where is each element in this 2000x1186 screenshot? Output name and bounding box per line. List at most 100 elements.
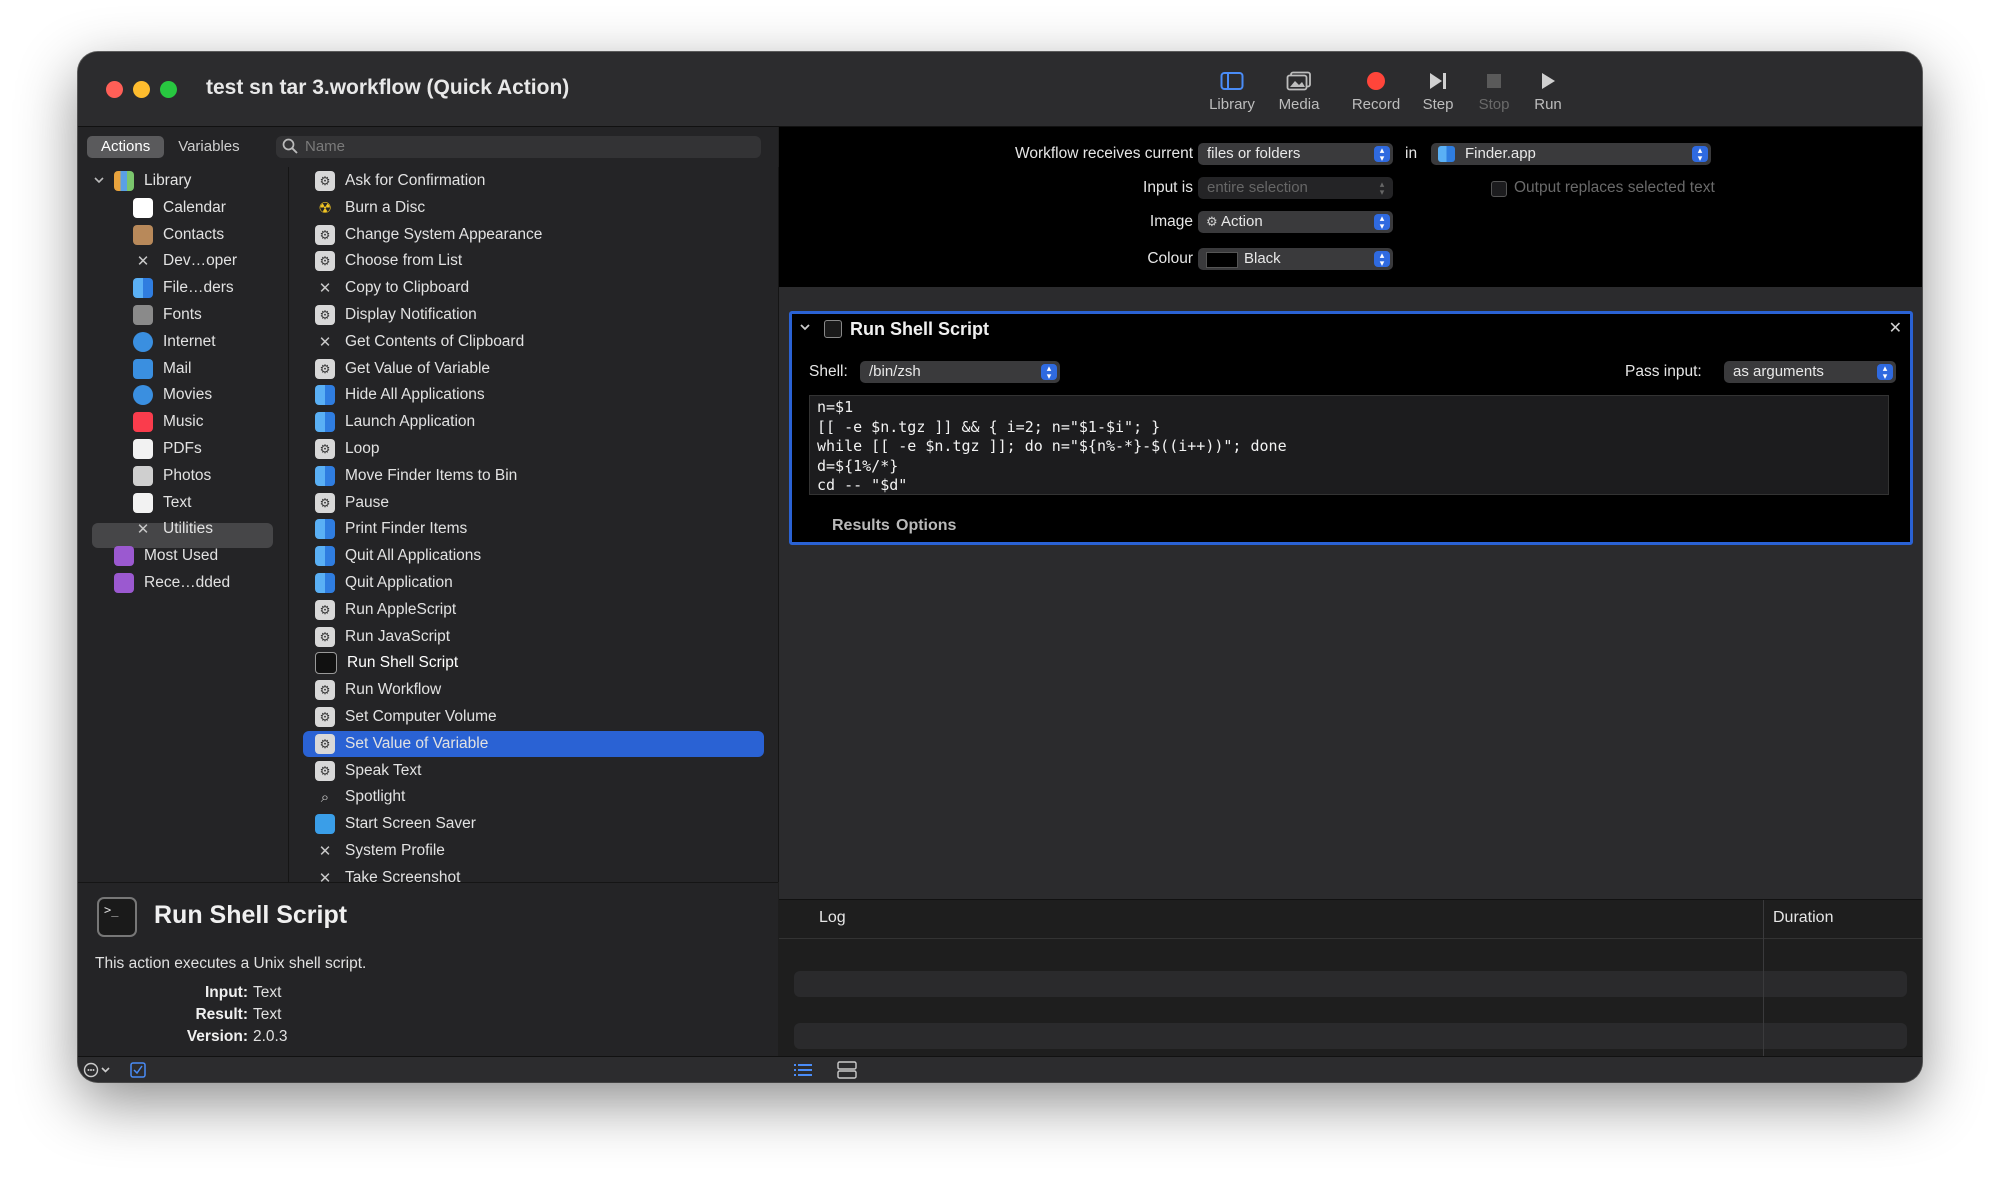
action-title: Run Shell Script (850, 319, 990, 339)
action-item-run-shell-script[interactable]: Run Shell Script (315, 650, 458, 676)
library-item-label: Library (144, 172, 192, 189)
action-item-speak-text[interactable]: ⚙ Speak Text (315, 758, 421, 784)
terminal-icon (824, 320, 842, 338)
library-item-movies[interactable]: Movies (133, 382, 212, 408)
action-item-quit-application[interactable]: Quit Application (315, 570, 453, 596)
action-item-set-computer-volume[interactable]: ⚙ Set Computer Volume (315, 704, 497, 730)
action-item-spotlight[interactable]: ⌕ Spotlight (315, 784, 406, 810)
action-item-loop[interactable]: ⚙ Loop (315, 436, 379, 462)
mail-icon (133, 358, 153, 379)
receives-value: files or folders (1207, 145, 1301, 162)
automator-action-icon: ⚙ (315, 358, 335, 379)
minimize-window-button[interactable] (133, 81, 150, 98)
library-pane: Actions Variables Name Library Calendar Co… (78, 127, 779, 1057)
disclosure-chevron-icon[interactable] (92, 173, 106, 192)
action-item-choose-from-list[interactable]: ⚙ Choose from List (315, 248, 462, 274)
action-item-run-workflow[interactable]: ⚙ Run Workflow (315, 677, 441, 703)
library-item-label: Utilities (163, 520, 213, 538)
close-icon[interactable]: ✕ (1889, 318, 1902, 338)
image-popup[interactable]: ⚙ Action ▴ ▾ (1198, 211, 1393, 233)
duration-column-header[interactable]: Duration (1773, 909, 1833, 927)
globe-icon (133, 331, 153, 352)
tab-options[interactable]: Options (896, 517, 956, 535)
version-meta-label: Version: (186, 1028, 248, 1045)
action-item-set-value-of-variable[interactable]: ⚙ Set Value of Variable (315, 731, 488, 757)
action-item-pause[interactable]: ⚙ Pause (315, 490, 389, 516)
library-toolbar-button[interactable]: Library (1204, 66, 1260, 113)
action-item-run-applescript[interactable]: ⚙ Run AppleScript (315, 597, 456, 623)
collapse-chevron-icon[interactable] (798, 320, 812, 339)
zoom-window-button[interactable] (160, 81, 177, 98)
output-replaces-checkbox[interactable] (1491, 181, 1507, 197)
library-item-music[interactable]: Music (133, 409, 203, 435)
action-item-label: Set Value of Variable (345, 734, 489, 752)
burn-icon: ☢ (318, 199, 332, 217)
library-item-text[interactable]: Text (133, 490, 191, 516)
script-editor[interactable]: n=$1 [[ -e $n.tgz ]] && { i=2; n="$1-$i"… (809, 395, 1889, 495)
library-item-rece-dded[interactable]: Rece…dded (114, 570, 230, 596)
action-item-label: Hide All Applications (345, 386, 485, 404)
application-popup[interactable]: Finder.app ▴ ▾ (1431, 143, 1711, 165)
library-item-fonts[interactable]: Fonts (133, 302, 202, 328)
tools-icon: ✕ (318, 333, 332, 351)
pass-input-popup[interactable]: as arguments ▴ ▾ (1724, 361, 1896, 383)
action-item-move-finder-items-to-bin[interactable]: Move Finder Items to Bin (315, 463, 517, 489)
action-item-label: Speak Text (345, 761, 422, 779)
action-item-display-notification[interactable]: ⚙ Display Notification (315, 302, 477, 328)
action-item-get-contents-of-clipboard[interactable]: ✕ Get Contents of Clipboard (315, 329, 525, 355)
action-item-label: Launch Application (345, 413, 476, 431)
action-item-burn-a-disc[interactable]: ☢ Burn a Disc (315, 195, 425, 221)
tab-actions[interactable]: Actions (87, 136, 165, 158)
library-item-label: Mail (163, 359, 192, 377)
action-item-label: Pause (345, 493, 389, 511)
record-toolbar-button[interactable]: Record (1346, 66, 1406, 113)
receives-popup[interactable]: files or folders ▴ ▾ (1198, 143, 1393, 165)
list-view-icon[interactable] (793, 1062, 813, 1082)
log-column-header[interactable]: Log (819, 909, 846, 927)
action-item-start-screen-saver[interactable]: Start Screen Saver (315, 811, 476, 837)
step-icon (1418, 66, 1458, 96)
library-item-library[interactable]: Library (94, 168, 192, 194)
library-item-mail[interactable]: Mail (133, 356, 191, 382)
library-item-dev-oper[interactable]: ✕ Dev…oper (133, 248, 237, 274)
pass-input-value: as arguments (1733, 363, 1824, 380)
media-toolbar-button[interactable]: Media (1271, 66, 1327, 113)
action-item-quit-all-applications[interactable]: Quit All Applications (315, 543, 481, 569)
search-field[interactable]: Name (276, 136, 761, 158)
split-view-icon[interactable] (837, 1061, 857, 1082)
action-item-ask-for-confirmation[interactable]: ⚙ Ask for Confirmation (315, 168, 485, 194)
library-item-utilities[interactable]: ✕ Utilities (133, 516, 213, 542)
library-item-contacts[interactable]: Contacts (133, 222, 224, 248)
tab-results[interactable]: Results (832, 517, 890, 535)
popup-arrows-icon: ▴ ▾ (1374, 146, 1390, 163)
library-item-photos[interactable]: Photos (133, 463, 211, 489)
colour-popup[interactable]: Black ▴ ▾ (1198, 248, 1393, 270)
action-item-copy-to-clipboard[interactable]: ✕ Copy to Clipboard (315, 275, 469, 301)
shell-popup[interactable]: /bin/zsh ▴ ▾ (860, 361, 1060, 383)
close-window-button[interactable] (106, 81, 123, 98)
input-is-label: Input is (1143, 179, 1193, 196)
colour-value: Black (1244, 250, 1281, 267)
action-item-hide-all-applications[interactable]: Hide All Applications (315, 382, 485, 408)
action-item-change-system-appearance[interactable]: ⚙ Change System Appearance (315, 222, 542, 248)
run-shell-script-action[interactable]: Run Shell Script ✕ Shell: /bin/zsh ▴ ▾ Pa… (789, 311, 1913, 545)
action-item-run-javascript[interactable]: ⚙ Run JavaScript (315, 624, 450, 650)
action-item-print-finder-items[interactable]: Print Finder Items (315, 516, 467, 542)
library-item-pdfs[interactable]: PDFs (133, 436, 202, 462)
library-item-most-used[interactable]: Most Used (114, 543, 218, 569)
library-item-file-ders[interactable]: File…ders (133, 275, 234, 301)
library-item-internet[interactable]: Internet (133, 329, 216, 355)
action-item-get-value-of-variable[interactable]: ⚙ Get Value of Variable (315, 356, 490, 382)
action-item-launch-application[interactable]: Launch Application (315, 409, 475, 435)
smart-folder-icon (114, 546, 134, 567)
more-options-icon[interactable] (83, 1061, 113, 1082)
workflow-settings-header: Workflow receives current files or folde… (779, 127, 1922, 287)
input-is-popup[interactable]: entire selection ▴ ▾ (1198, 177, 1393, 199)
description-toggle-icon[interactable] (130, 1062, 146, 1082)
stop-toolbar-button[interactable]: Stop (1474, 66, 1514, 113)
step-toolbar-button[interactable]: Step (1418, 66, 1458, 113)
run-toolbar-button[interactable]: Run (1530, 66, 1566, 113)
library-item-calendar[interactable]: Calendar (133, 195, 226, 221)
tab-variables[interactable]: Variables (164, 136, 253, 158)
action-item-system-profile[interactable]: ✕ System Profile (315, 838, 445, 864)
